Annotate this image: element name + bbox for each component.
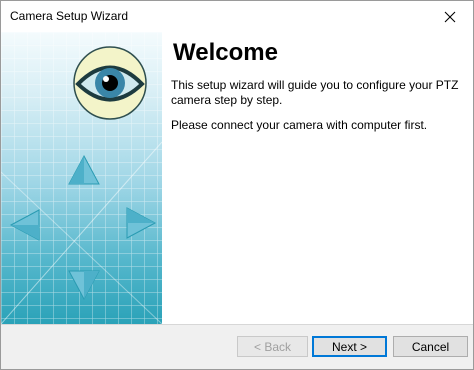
intro-line-1: This setup wizard will guide you to conf…: [171, 78, 459, 92]
next-button[interactable]: Next >: [312, 336, 387, 357]
window-title: Camera Setup Wizard: [10, 9, 129, 23]
wizard-window: Camera Setup Wizard Welcome This setup w…: [0, 0, 474, 370]
arrow-down-icon: [68, 270, 100, 301]
arrow-up-icon: [68, 154, 100, 185]
close-button[interactable]: [427, 1, 473, 32]
connect-instruction: Please connect your camera with computer…: [171, 118, 428, 132]
arrow-left-icon: [9, 209, 40, 241]
intro-line-2: camera step by step.: [171, 93, 283, 107]
welcome-heading: Welcome: [173, 39, 278, 66]
wizard-content: Welcome This setup wizard will guide you…: [1, 32, 473, 324]
cancel-button[interactable]: Cancel: [393, 336, 468, 357]
close-icon: [444, 11, 456, 22]
back-button[interactable]: < Back: [237, 336, 308, 357]
title-bar[interactable]: Camera Setup Wizard: [1, 1, 473, 32]
arrow-right-icon: [126, 207, 157, 239]
eye-icon: [73, 46, 147, 120]
wizard-banner: [1, 32, 162, 324]
footer-divider: [1, 324, 473, 325]
